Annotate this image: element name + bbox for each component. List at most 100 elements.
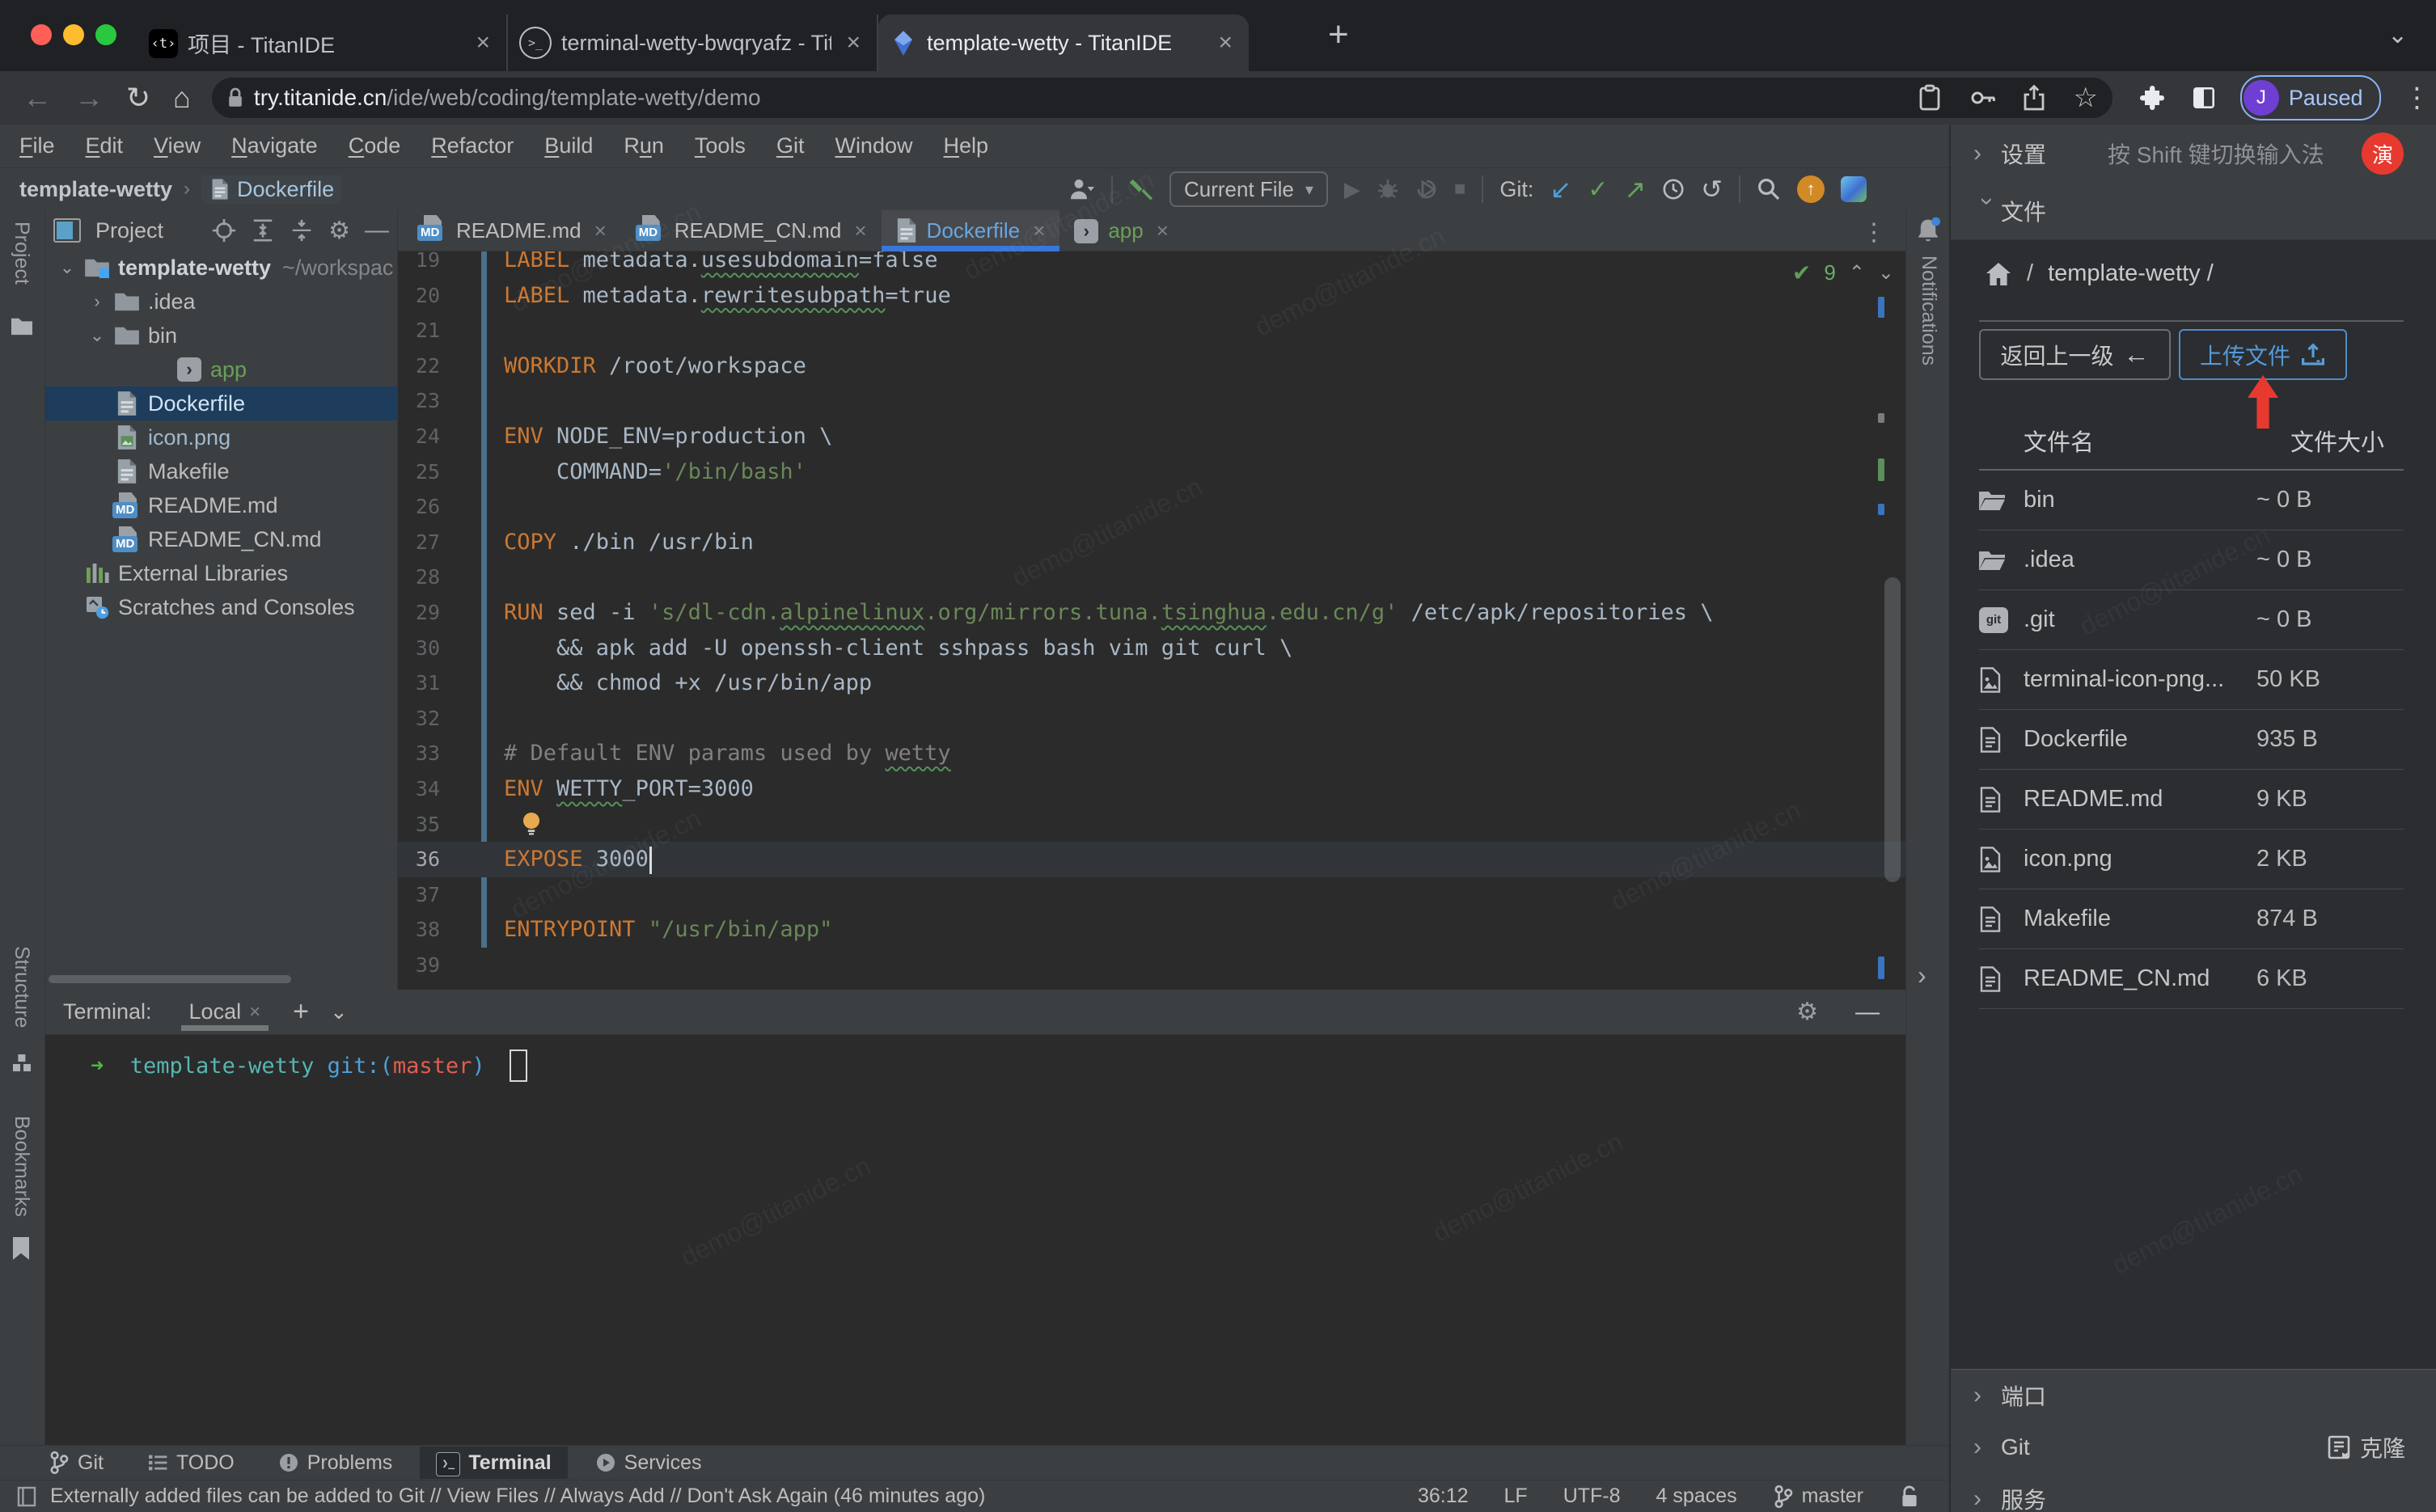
- run-icon[interactable]: ▶: [1344, 177, 1360, 202]
- tree-row-readme-cn-md[interactable]: MD README_CN.md: [45, 522, 397, 556]
- menu-view[interactable]: View: [154, 133, 201, 158]
- tree-row-icon-png[interactable]: icon.png: [45, 420, 397, 454]
- code-line-20[interactable]: 20 LABEL metadata.rewritesubpath=true: [398, 278, 1905, 314]
- file-row-icon-png[interactable]: icon.png 2 KB: [1979, 830, 2404, 889]
- menu-code[interactable]: Code: [349, 133, 401, 158]
- close-tab-icon[interactable]: ×: [841, 29, 865, 57]
- menu-refactor[interactable]: Refactor: [431, 133, 514, 158]
- editor-body[interactable]: 19 LABEL metadata.usesubdomain=false 20 LAB…: [398, 251, 1905, 990]
- demo-badge[interactable]: 演: [2362, 133, 2404, 175]
- close-window-button[interactable]: [31, 24, 52, 45]
- code-line-36[interactable]: 36 EXPOSE 3000: [398, 842, 1905, 877]
- tree-row-template-wetty[interactable]: ⌄ template-wetty ~/workspac: [45, 251, 397, 285]
- menu-tools[interactable]: Tools: [695, 133, 746, 158]
- close-tab-icon[interactable]: ×: [471, 29, 495, 57]
- editor-tab-readme-md[interactable]: MD README.md ×: [403, 210, 621, 251]
- notifications-bell-icon[interactable]: [1915, 217, 1941, 244]
- code-line-25[interactable]: 25 COMMAND='/bin/bash': [398, 454, 1905, 490]
- code-line-24[interactable]: 24 ENV NODE_ENV=production \: [398, 419, 1905, 454]
- caret-position[interactable]: 36:12: [1418, 1485, 1469, 1508]
- tree-row-scratches-and-consoles[interactable]: Scratches and Consoles: [45, 590, 397, 624]
- tree-row-readme-md[interactable]: MD README.md: [45, 488, 397, 522]
- next-problem-icon[interactable]: ⌄: [1878, 261, 1894, 285]
- code-line-34[interactable]: 34 ENV WETTY_PORT=3000: [398, 771, 1905, 807]
- tree-chevron-icon[interactable]: ⌄: [53, 257, 81, 278]
- files-section-row[interactable]: › 文件: [1951, 182, 2436, 239]
- terminal-dropdown-icon[interactable]: ⌄: [330, 999, 348, 1024]
- status-message[interactable]: Externally added files can be added to G…: [50, 1485, 985, 1508]
- file-row-terminal-icon-png-[interactable]: terminal-icon-png... 50 KB: [1979, 650, 2404, 710]
- update-available-icon[interactable]: ↑: [1796, 175, 1825, 203]
- hide-panel-icon[interactable]: —: [365, 217, 389, 244]
- home-icon[interactable]: ⌂: [173, 81, 191, 115]
- tree-row-app[interactable]: › app: [45, 353, 397, 386]
- unlock-icon[interactable]: [1899, 1485, 1920, 1509]
- build-hammer-icon[interactable]: [1129, 177, 1153, 201]
- toolwindow-button-todo[interactable]: TODO: [131, 1447, 251, 1479]
- breadcrumb-project[interactable]: template-wetty: [19, 177, 172, 202]
- menu-file[interactable]: File: [19, 133, 55, 158]
- section-row-端口[interactable]: › 端口: [1951, 1370, 2436, 1421]
- reload-icon[interactable]: ↻: [126, 81, 150, 115]
- browser-tab[interactable]: >_ terminal-wetty-bwqryafz - Tita ×: [508, 15, 878, 71]
- locate-file-icon[interactable]: [212, 218, 236, 243]
- stripe-bookmarks-label[interactable]: Bookmarks: [10, 1116, 33, 1217]
- section-row-服务[interactable]: › 服务: [1951, 1473, 2436, 1512]
- code-line-31[interactable]: 31 && chmod +x /usr/bin/app: [398, 665, 1905, 701]
- terminal-output[interactable]: ➜ template-wetty git:(master): [45, 1035, 1905, 1445]
- coverage-icon[interactable]: [1415, 178, 1438, 201]
- tree-row-dockerfile[interactable]: Dockerfile: [45, 386, 397, 420]
- menu-window[interactable]: Window: [835, 133, 912, 158]
- close-icon[interactable]: ×: [1157, 218, 1169, 243]
- file-row--git[interactable]: git .git ~ 0 B: [1979, 590, 2404, 650]
- terminal-settings-gear-icon[interactable]: ⚙: [1796, 998, 1818, 1026]
- home-icon[interactable]: [1985, 261, 2012, 287]
- go-up-directory-button[interactable]: 返回上一级 ←: [1979, 329, 2171, 380]
- menu-run[interactable]: Run: [624, 133, 664, 158]
- code-line-30[interactable]: 30 && apk add -U openssh-client sshpass …: [398, 631, 1905, 666]
- code-line-22[interactable]: 22 WORKDIR /root/workspace: [398, 348, 1905, 384]
- tree-chevron-icon[interactable]: ⌄: [83, 325, 111, 346]
- close-tab-icon[interactable]: ×: [1213, 29, 1237, 57]
- back-icon[interactable]: ←: [23, 81, 52, 115]
- git-commit-icon[interactable]: ✓: [1588, 175, 1608, 204]
- breadcrumb-file[interactable]: Dockerfile: [201, 175, 343, 204]
- stop-icon[interactable]: ■: [1454, 178, 1466, 201]
- terminal-tab-local[interactable]: Local ×: [180, 990, 269, 1034]
- history-icon[interactable]: [1662, 178, 1685, 201]
- toolwindow-button-services[interactable]: Services: [579, 1447, 718, 1479]
- code-line-39[interactable]: 39: [398, 948, 1905, 983]
- tab-search-chevron-icon[interactable]: ⌄: [2387, 21, 2408, 49]
- toolwindow-button-git[interactable]: Git: [32, 1447, 120, 1479]
- code-line-35[interactable]: 35: [398, 807, 1905, 843]
- section-row-git[interactable]: › Git 克隆: [1951, 1421, 2436, 1473]
- file-row-readme-cn-md[interactable]: README_CN.md 6 KB: [1979, 949, 2404, 1009]
- close-icon[interactable]: ×: [594, 218, 607, 243]
- close-icon[interactable]: ×: [249, 1001, 260, 1024]
- editor-tab-readme-cn-md[interactable]: MD README_CN.md ×: [621, 210, 882, 251]
- bookmark-star-icon[interactable]: ☆: [2073, 82, 2097, 114]
- stripe-project-label[interactable]: Project: [10, 222, 33, 285]
- file-encoding[interactable]: UTF-8: [1563, 1485, 1621, 1508]
- tree-row-makefile[interactable]: Makefile: [45, 454, 397, 488]
- browser-tab[interactable]: template-wetty - TitanIDE ×: [878, 15, 1249, 71]
- git-branch-widget[interactable]: master: [1773, 1485, 1863, 1509]
- code-line-32[interactable]: 32: [398, 701, 1905, 737]
- toolwindow-button-terminal[interactable]: ❯_ Terminal: [420, 1447, 568, 1479]
- tree-row-bin[interactable]: ⌄ bin: [45, 319, 397, 353]
- close-icon[interactable]: ×: [1033, 218, 1045, 243]
- code-line-26[interactable]: 26: [398, 489, 1905, 525]
- prev-problem-icon[interactable]: ⌃: [1849, 261, 1865, 285]
- menu-build[interactable]: Build: [544, 133, 593, 158]
- menu-edit[interactable]: Edit: [86, 133, 124, 158]
- tree-row-external-libraries[interactable]: External Libraries: [45, 556, 397, 590]
- forward-icon[interactable]: →: [74, 81, 104, 115]
- menu-git[interactable]: Git: [776, 133, 805, 158]
- window-layout-icon[interactable]: [16, 1485, 39, 1508]
- editor-tab-dockerfile[interactable]: Dockerfile ×: [881, 210, 1060, 251]
- code-line-29[interactable]: 29 RUN sed -i 's/dl-cdn.alpinelinux.org/m…: [398, 595, 1905, 631]
- sidebar-toggle-icon[interactable]: [2192, 86, 2216, 110]
- editor-tab-options-icon[interactable]: ⋮: [1862, 218, 1886, 247]
- url-path[interactable]: /ide/web/coding/template-wetty/demo: [387, 85, 760, 111]
- search-icon[interactable]: [1757, 177, 1781, 201]
